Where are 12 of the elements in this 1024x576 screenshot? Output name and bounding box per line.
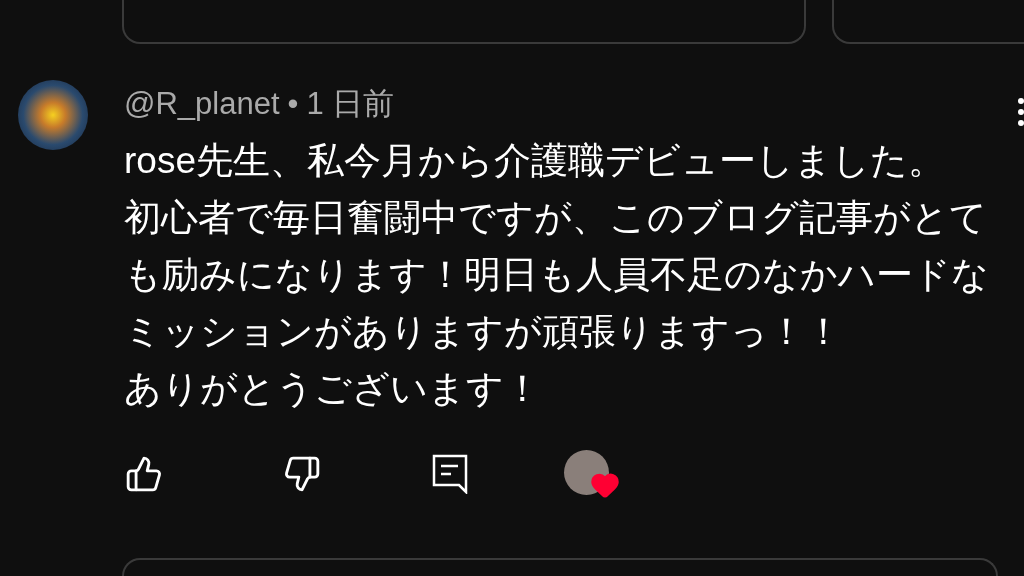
thumbs-up-icon [125,455,163,493]
comment-text-line: rose先生、私今月から介護職デビューしました。 [124,139,946,183]
more-options-icon[interactable] [1018,98,1024,126]
comment-text-line: ありがとうございます！ [124,367,542,411]
comment-text-line: ミッションがありますが頑張りますっ！！ [124,310,843,354]
comment-author[interactable]: @R_planet [124,86,280,122]
thumbs-down-icon [283,455,321,493]
separator-dot: • [287,86,299,122]
comment-text-line: 初心者で毎日奮闘中ですが、このブログ記事がとて [124,196,988,240]
comment-time: 1 日前 [306,86,395,122]
comment-icon [432,454,468,494]
comment-text-line: も励みになります！明日も人員不足のなかハードな [124,253,989,297]
